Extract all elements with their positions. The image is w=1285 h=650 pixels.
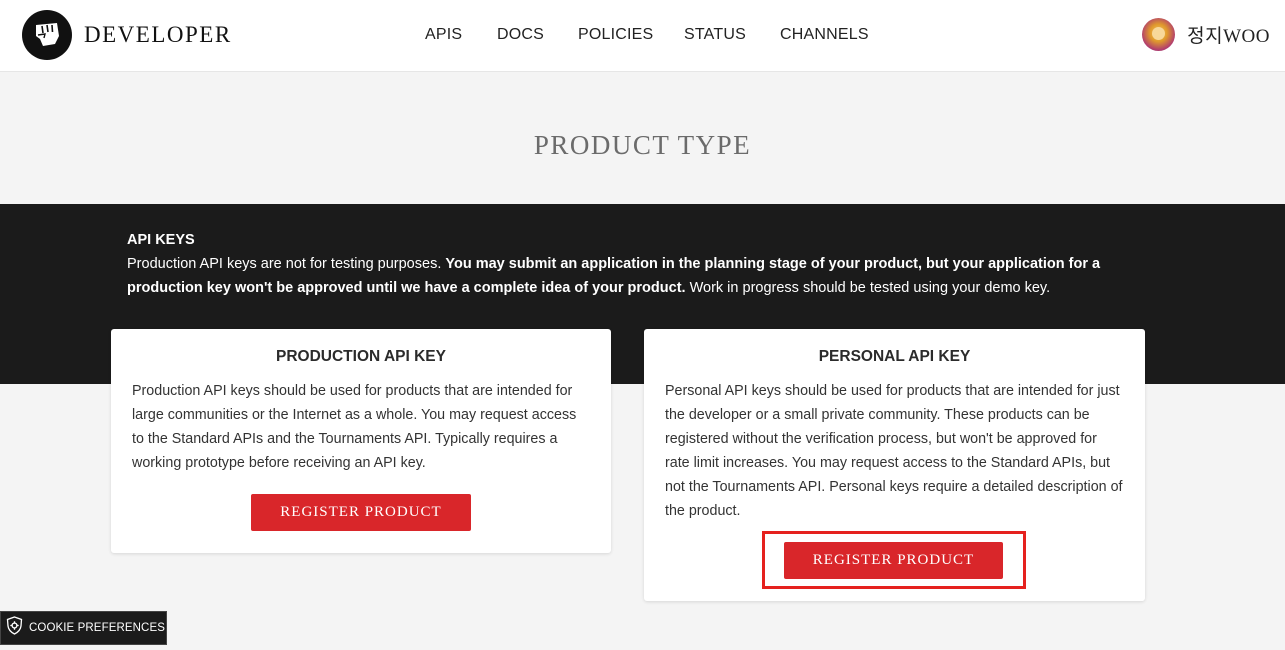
avatar [1142,18,1176,51]
nav-policies[interactable]: POLICIES [578,26,653,44]
cookie-preferences-button[interactable]: COOKIE PREFERENCES [0,611,167,645]
production-api-key-card: PRODUCTION API KEY Production API keys s… [111,329,611,553]
api-keys-heading: API KEYS [127,232,195,248]
cookie-preferences-label: COOKIE PREFERENCES [29,622,165,634]
nav-apis[interactable]: APIS [425,26,462,44]
personal-card-description: Personal API keys should be used for pro… [665,383,1123,519]
logo-link[interactable]: DEVELOPER [22,10,232,60]
api-keys-text-2: Work in progress should be tested using … [685,280,1051,296]
nav-status[interactable]: STATUS [684,26,746,44]
personal-card-title: PERSONAL API KEY [818,348,971,365]
production-card-description: Production API keys should be used for p… [132,383,577,471]
nav-channels[interactable]: CHANNELS [780,26,869,44]
api-keys-text-1: Production API keys are not for testing … [127,256,446,272]
api-keys-description: Production API keys are not for testing … [127,252,1127,300]
nav-docs[interactable]: DOCS [497,26,544,44]
production-card-title: PRODUCTION API KEY [276,348,446,365]
page-title: PRODUCT TYPE [533,130,752,160]
top-header: DEVELOPER APIS DOCS POLICIES STATUS CHAN… [0,0,1285,72]
register-production-button[interactable]: REGISTER PRODUCT [251,494,471,531]
user-name: 정지WOO [1187,26,1270,47]
user-menu[interactable]: 정지WOO [1142,18,1270,51]
api-keys-info: API KEYS Production API keys are not for… [127,228,1127,300]
shield-gear-icon [6,616,23,640]
riot-fist-logo-icon [22,10,72,60]
logo-text: DEVELOPER [84,22,232,47]
highlight-box [762,531,1026,589]
